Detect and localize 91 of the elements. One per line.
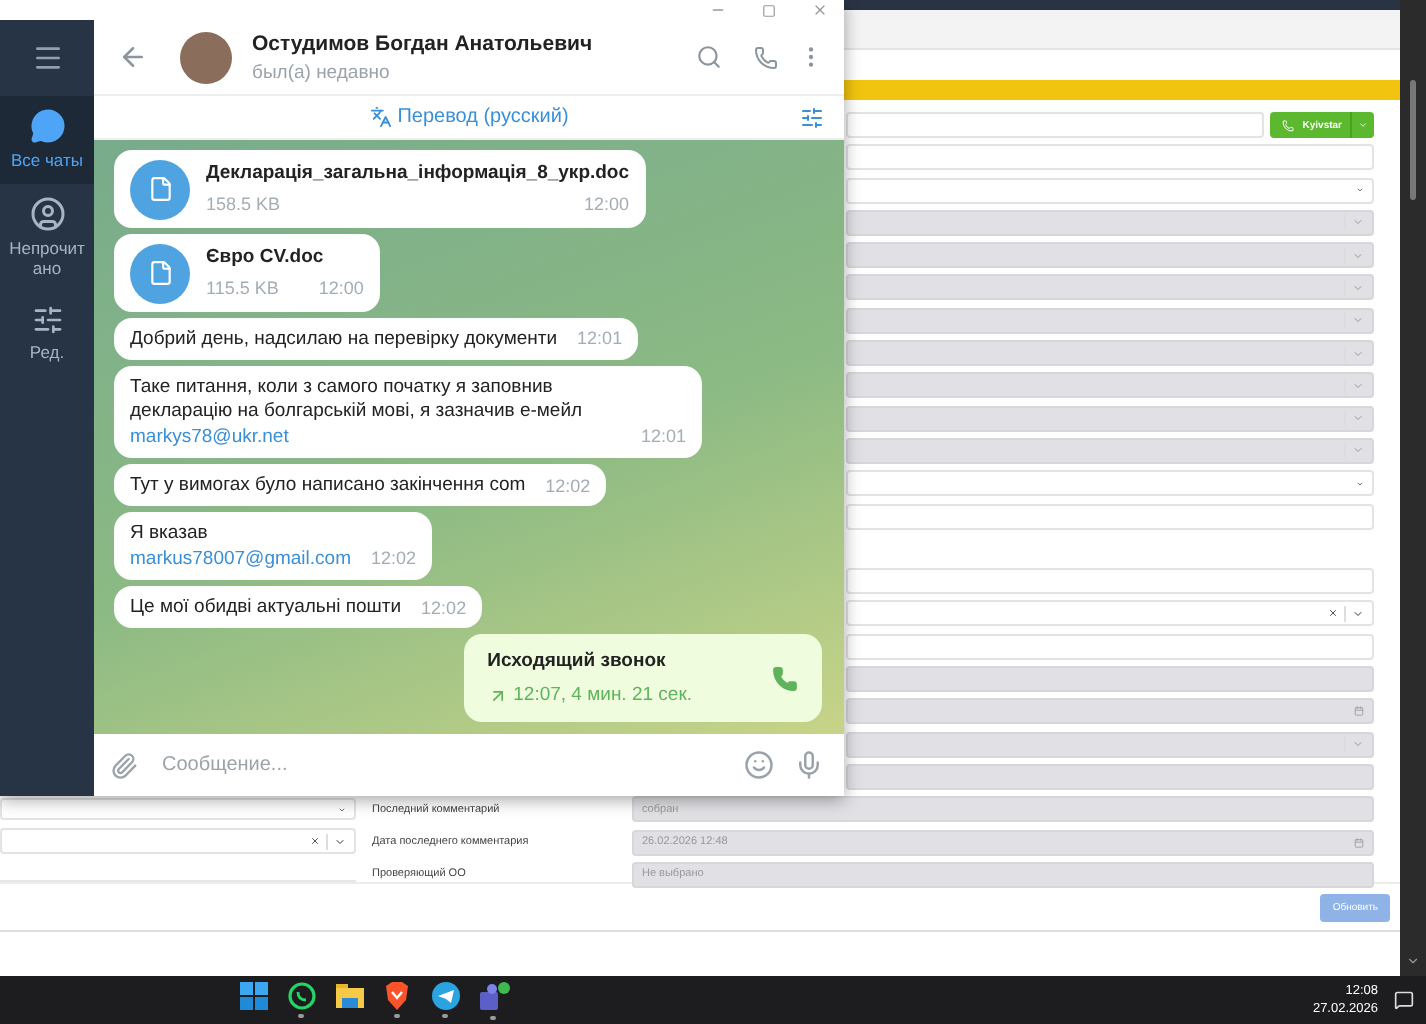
phone-icon[interactable] xyxy=(772,666,798,693)
message-time: 12:01 xyxy=(577,328,623,352)
file-size: 158.5 KB xyxy=(206,193,281,218)
user-icon xyxy=(29,195,65,232)
input-field[interactable] xyxy=(846,503,1374,530)
taskbar-app[interactable] xyxy=(380,978,414,1022)
chevron-down-icon xyxy=(1352,607,1364,620)
call-details: 12:07, 4 мин. 21 сек. xyxy=(487,683,692,708)
call-title: Исходящий звонок xyxy=(487,650,668,676)
contact-name: Остудимов Богдан Анатольевич xyxy=(252,31,595,55)
message-text: Добрий день, надсилаю на перевірку документи xyxy=(130,327,558,352)
input-field[interactable] xyxy=(846,112,1265,138)
avatar xyxy=(180,31,232,83)
chevron-down-icon xyxy=(1352,347,1364,360)
menu-icon xyxy=(31,42,63,74)
phone-icon xyxy=(1282,119,1295,131)
back-button[interactable] xyxy=(118,42,148,72)
call-button[interactable] xyxy=(754,45,778,69)
select-field[interactable] xyxy=(846,177,1374,204)
folder-tab[interactable]: Ред. xyxy=(0,291,94,375)
chevron-down-icon xyxy=(1352,314,1364,327)
chevron-down-icon xyxy=(1352,379,1364,392)
message-text: Це мої обидві актуальні пошти xyxy=(130,595,402,621)
paper-plane-icon xyxy=(431,982,459,1010)
message-text: Таке питання, коли з самого початку я заповнив декларацію на болгарській мові, я зазначив е-мейл xyxy=(130,375,585,426)
sliders-icon xyxy=(31,303,63,336)
chevron-down-icon xyxy=(1352,738,1364,751)
chevron-down-icon xyxy=(334,835,346,847)
emoji-icon[interactable] xyxy=(744,750,774,780)
email-link[interactable]: markys78@ukr.net xyxy=(130,425,621,450)
taskbar-app[interactable] xyxy=(476,978,510,1022)
file-name: Євро CV.doc xyxy=(206,245,326,270)
email-link[interactable]: markus78007@gmail.com xyxy=(130,547,351,572)
input-field[interactable] xyxy=(846,633,1374,660)
folder-tab[interactable]: Непрочитано xyxy=(0,183,94,292)
select-field[interactable] xyxy=(0,828,356,854)
message-text: Я вказав xyxy=(130,522,210,548)
folder-icon xyxy=(335,984,363,1008)
translate-icon xyxy=(369,106,392,128)
message-time: 12:02 xyxy=(421,597,467,621)
calendar-icon xyxy=(1354,837,1364,848)
taskbar-app[interactable] xyxy=(284,978,318,1022)
message-time: 12:00 xyxy=(584,193,630,218)
scroll-down-icon[interactable] xyxy=(1406,954,1420,968)
caret-icon xyxy=(1358,120,1368,130)
close-icon[interactable] xyxy=(812,2,828,18)
chevron-down-icon xyxy=(1352,216,1364,229)
translate-button[interactable]: Перевод (русский) xyxy=(357,104,581,130)
message-time: 12:00 xyxy=(318,277,364,302)
chevron-down-icon xyxy=(1352,444,1364,457)
phone-icon xyxy=(754,45,778,69)
sliders-icon xyxy=(800,106,824,130)
message-time: 12:01 xyxy=(640,426,686,450)
attach-icon[interactable] xyxy=(110,751,138,779)
taskbar-app[interactable] xyxy=(428,978,462,1022)
select-field[interactable] xyxy=(846,470,1374,497)
select-field[interactable] xyxy=(0,798,356,820)
message-time: 12:02 xyxy=(371,548,417,572)
chevron-down-icon xyxy=(1352,412,1364,425)
chevron-down-icon xyxy=(1352,281,1364,294)
chat-bubbles-icon xyxy=(29,108,65,144)
file-icon[interactable] xyxy=(130,159,190,220)
notification-icon[interactable] xyxy=(1394,990,1414,1010)
message-time: 12:02 xyxy=(545,475,591,499)
file-size: 115.5 KB xyxy=(206,277,279,302)
running-indicator xyxy=(394,1014,400,1018)
input-field[interactable] xyxy=(846,144,1374,171)
calendar-icon xyxy=(1354,706,1364,717)
search-button[interactable] xyxy=(696,44,722,70)
outgoing-arrow-icon xyxy=(487,685,508,706)
input-field[interactable] xyxy=(846,568,1374,595)
select-field[interactable] xyxy=(846,600,1374,627)
running-indicator xyxy=(490,1015,496,1019)
lion-shield-icon xyxy=(384,982,410,1010)
file-name: Декларація_загальна_інформація_8_укр.doc xyxy=(206,161,630,186)
message-text: Тут у вимогах було написано закінчення com xyxy=(130,473,526,499)
running-indicator xyxy=(298,1014,304,1018)
running-indicator xyxy=(442,1014,448,1018)
chat-phone-icon xyxy=(287,982,315,1010)
file-icon[interactable] xyxy=(130,243,190,304)
microphone-icon[interactable] xyxy=(794,750,824,780)
scrollbar[interactable] xyxy=(1400,0,1426,976)
teams-icon xyxy=(477,981,509,1011)
windows-icon xyxy=(239,982,267,1010)
contact-status: был(а) недавно xyxy=(252,61,392,83)
maximize-icon[interactable] xyxy=(762,3,776,17)
search-icon xyxy=(696,44,722,70)
chevron-down-icon xyxy=(1352,249,1364,262)
folder-tab[interactable]: Все чаты xyxy=(0,96,94,184)
settings-button[interactable] xyxy=(800,106,824,130)
back-icon xyxy=(118,42,148,72)
